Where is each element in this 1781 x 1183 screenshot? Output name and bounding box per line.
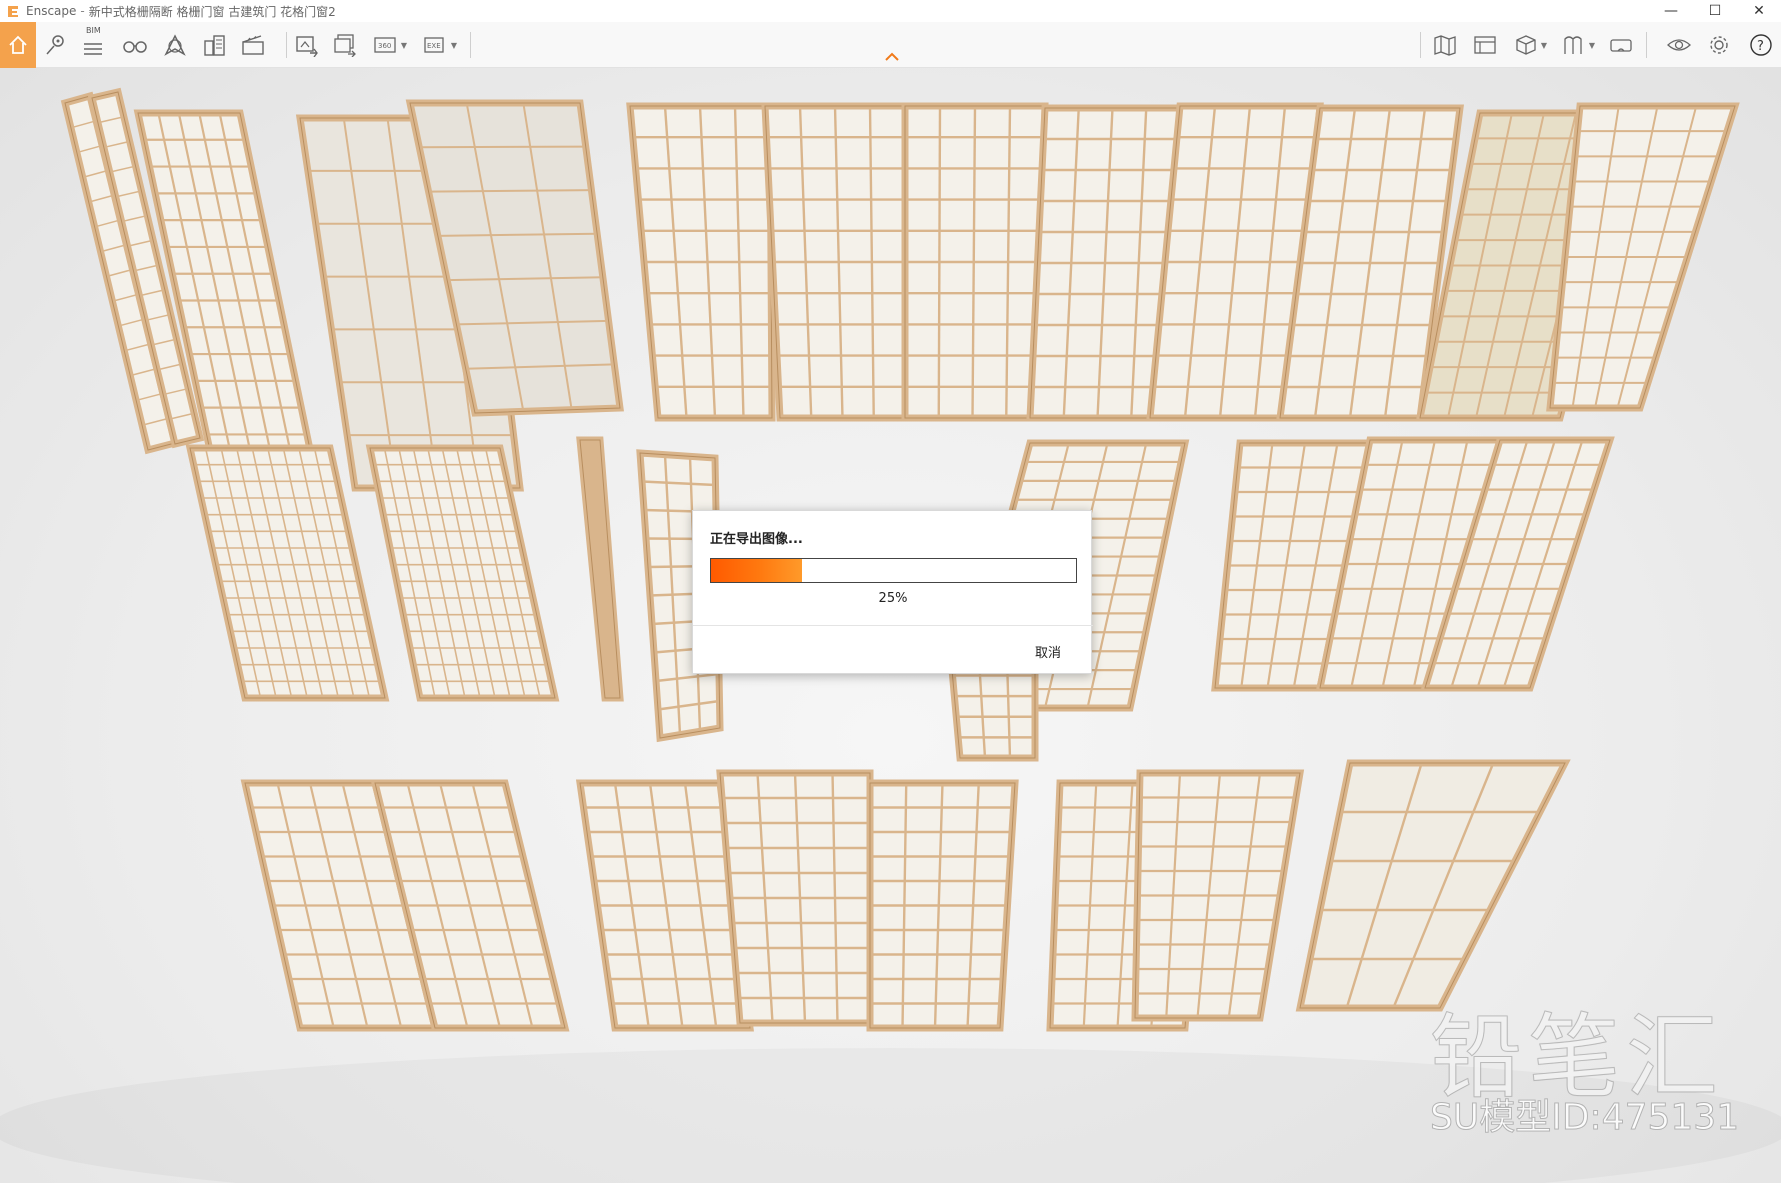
toolbar-divider: [1420, 32, 1421, 58]
panorama-button[interactable]: 360 ▼: [370, 28, 410, 62]
location-pin-icon: [46, 35, 64, 55]
lattice-door-panel: [626, 102, 776, 422]
lattice-door-panel: [576, 436, 624, 702]
lattice-door-panel: [1546, 102, 1740, 412]
home-icon: [9, 35, 27, 54]
bim-button[interactable]: BIM: [78, 26, 108, 62]
export-progress-dialog: 正在导出图像... 25% 取消: [692, 510, 1093, 674]
buildings-button[interactable]: [200, 28, 230, 62]
visual-settings-button[interactable]: [1664, 28, 1694, 62]
export-progress-bar: [710, 558, 1077, 583]
help-icon: ?: [1750, 34, 1772, 56]
svg-text:EXE: EXE: [427, 42, 441, 50]
box-view-button[interactable]: ▼: [1510, 28, 1550, 62]
box-view-icon: [1516, 35, 1536, 55]
progress-percent-label: 25%: [878, 591, 908, 606]
bim-list-icon: [84, 43, 102, 55]
maximize-button[interactable]: ☐: [1693, 0, 1737, 22]
settings-button[interactable]: [1704, 28, 1734, 62]
chevron-down-icon: ▼: [1588, 40, 1596, 50]
exe-export-button[interactable]: EXE ▼: [420, 28, 460, 62]
toolbar-divider: [286, 32, 287, 58]
vr-headset-icon: [1610, 39, 1632, 52]
exe-export-icon: EXE: [424, 37, 444, 53]
enscape-logo-icon: [8, 6, 18, 17]
visibility-icon: [1667, 39, 1691, 51]
material-editor-button[interactable]: [1470, 28, 1500, 62]
material-editor-icon: [1474, 36, 1496, 54]
panorama-360-icon: 360: [374, 37, 396, 53]
asset-library-button[interactable]: ▼: [1558, 28, 1598, 62]
chevron-up-icon: [885, 52, 899, 61]
chevron-down-icon: ▼: [1540, 40, 1548, 50]
map-icon: [1434, 35, 1456, 56]
batch-render-button[interactable]: [330, 28, 360, 62]
map-button[interactable]: [1430, 28, 1460, 62]
toolbar-divider: [1646, 32, 1647, 58]
clapperboard-icon: [242, 35, 264, 55]
help-glyph: ?: [1757, 39, 1764, 54]
dialog-title: 正在导出图像...: [710, 532, 803, 547]
views-button[interactable]: [120, 28, 150, 62]
toolbar-divider: [470, 32, 471, 58]
video-editor-button[interactable]: [238, 28, 268, 62]
home-button[interactable]: [0, 22, 36, 68]
lattice-door-panel: [716, 769, 874, 1027]
screenshot-icon: [296, 36, 318, 57]
bim-label: BIM: [86, 26, 101, 35]
app-name: Enscape: [26, 4, 77, 18]
lattice-door-panel: [866, 779, 1019, 1032]
window-controls: — ☐ ✕: [1649, 0, 1781, 22]
progress-fill: [711, 559, 803, 582]
navigation-button[interactable]: [160, 28, 190, 62]
screenshot-button[interactable]: [292, 28, 322, 62]
lattice-door-panel: [901, 102, 1049, 422]
collapse-toolbar-button[interactable]: [882, 50, 902, 64]
vr-button[interactable]: [1606, 28, 1636, 62]
cancel-button[interactable]: 取消: [1035, 642, 1061, 661]
minimize-button[interactable]: —: [1649, 0, 1693, 22]
document-title: 新中式格栅隔断 格栅门窗 古建筑门 花格门窗2: [88, 4, 336, 19]
close-button[interactable]: ✕: [1737, 0, 1781, 22]
watermark-model-id: SU模型ID:475131: [1429, 1097, 1740, 1139]
help-button[interactable]: ?: [1746, 28, 1776, 62]
chevron-down-icon: ▼: [400, 40, 408, 50]
lattice-door-panel: [761, 102, 909, 422]
lattice-door-panel: [365, 444, 560, 702]
asset-library-icon: [1564, 36, 1582, 54]
batch-render-icon: [334, 34, 356, 57]
navigation-icon: [164, 34, 186, 56]
settings-icon: [1710, 36, 1728, 54]
lattice-door-panel: [1131, 769, 1305, 1022]
dialog-divider: [693, 625, 1093, 626]
lattice-door-panel: [1295, 759, 1571, 1012]
svg-text:360: 360: [378, 42, 391, 50]
title-bar: Enscape - 新中式格栅隔断 格栅门窗 古建筑门 花格门窗2 — ☐ ✕: [0, 0, 1781, 22]
binoculars-icon: [123, 41, 147, 53]
buildings-icon: [204, 35, 225, 56]
location-button[interactable]: [42, 28, 70, 62]
title-separator: -: [80, 4, 85, 18]
chevron-down-icon: ▼: [450, 40, 458, 50]
